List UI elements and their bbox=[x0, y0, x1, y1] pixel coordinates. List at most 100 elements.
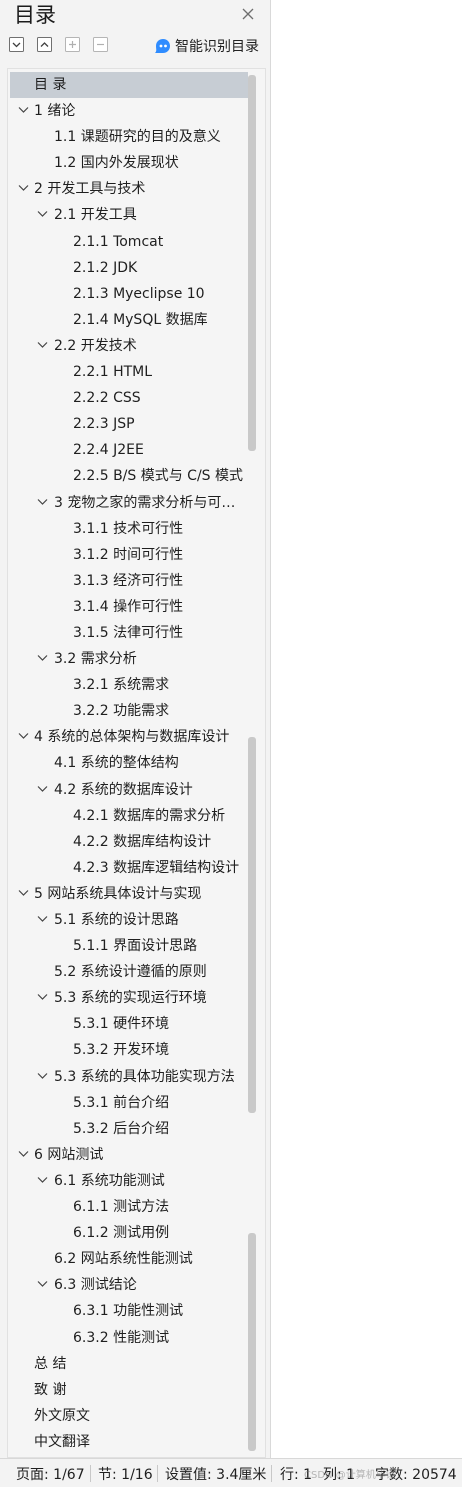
toc-tree: 目 录 1 绪论 1.1 课题研究的目的及意义 1.2 国内外发展现状 2 开发工具与技… bbox=[10, 72, 248, 1455]
chevron-down-icon[interactable] bbox=[37, 1176, 48, 1184]
chevron-down-icon[interactable] bbox=[37, 993, 48, 1001]
toc-item-label: 3 宠物之家的需求分析与可行性分析 bbox=[54, 494, 246, 511]
add-icon[interactable] bbox=[65, 37, 80, 52]
scrollbar-thumb-segment[interactable] bbox=[248, 1233, 256, 1451]
toc-item[interactable]: 1.2 国内外发展现状 bbox=[10, 150, 248, 176]
document-area[interactable] bbox=[271, 0, 462, 1458]
toc-item[interactable]: 4.2.1 数据库的需求分析 bbox=[10, 803, 248, 829]
toc-item[interactable]: 1.1 课题研究的目的及意义 bbox=[10, 124, 248, 150]
toc-item[interactable]: 3.2.1 系统需求 bbox=[10, 672, 248, 698]
toc-item[interactable]: 6.2 网站系统性能测试 bbox=[10, 1246, 248, 1272]
collapse-all-icon[interactable] bbox=[37, 37, 52, 52]
toc-item-label: 6.1.1 测试方法 bbox=[73, 1199, 170, 1216]
toc-node[interactable]: 6.3 测试结论 bbox=[10, 1272, 248, 1298]
toc-item[interactable]: 5.2 系统设计遵循的原则 bbox=[10, 959, 248, 985]
toc-item-label: 5.3.2 后台介绍 bbox=[73, 1120, 170, 1137]
toc-item[interactable]: 5.3.2 开发环境 bbox=[10, 1037, 248, 1063]
toc-item[interactable]: 2.1.1 Tomcat bbox=[10, 229, 248, 255]
toc-item[interactable]: 3.1.4 操作可行性 bbox=[10, 594, 248, 620]
status-section[interactable]: 节: 1/16 bbox=[98, 1464, 153, 1484]
status-divider bbox=[271, 1465, 272, 1482]
toc-item[interactable]: 3.1.1 技术可行性 bbox=[10, 516, 248, 542]
toc-item-label: 2.2 开发技术 bbox=[54, 337, 137, 354]
toc-item[interactable]: 2.2.4 J2EE bbox=[10, 437, 248, 463]
toc-item-label: 总 结 bbox=[34, 1355, 67, 1372]
chevron-down-icon[interactable] bbox=[18, 732, 29, 740]
toc-item[interactable]: 4.2.3 数据库逻辑结构设计 bbox=[10, 855, 248, 881]
toc-item-label: 外文原文 bbox=[34, 1407, 90, 1424]
scrollbar-thumb-segment[interactable] bbox=[248, 75, 256, 451]
chevron-down-icon[interactable] bbox=[37, 785, 48, 793]
scrollbar-thumb-segment[interactable] bbox=[248, 737, 256, 1113]
watermark-text: CSDN @计算机毕设 bbox=[304, 1470, 396, 1481]
toc-item[interactable]: 6.3.1 功能性测试 bbox=[10, 1298, 248, 1324]
toc-item-label: 5.3 系统的具体功能实现方法 bbox=[54, 1068, 235, 1085]
expand-all-icon[interactable] bbox=[9, 37, 24, 52]
toc-item-label: 2.2.1 HTML bbox=[73, 364, 153, 381]
toc-item-label: 5.3.1 硬件环境 bbox=[73, 1016, 170, 1033]
toc-item[interactable]: 4.2.2 数据库结构设计 bbox=[10, 829, 248, 855]
chevron-down-icon[interactable] bbox=[37, 210, 48, 218]
chevron-down-icon[interactable] bbox=[37, 654, 48, 662]
chevron-down-icon[interactable] bbox=[37, 498, 48, 506]
toc-item[interactable]: 2.1.3 Myeclipse 10 bbox=[10, 281, 248, 307]
toc-item[interactable]: 5.3.1 前台介绍 bbox=[10, 1090, 248, 1116]
toc-item[interactable]: 5.1.1 界面设计思路 bbox=[10, 933, 248, 959]
chevron-down-icon[interactable] bbox=[18, 106, 29, 114]
smart-recognize-button[interactable]: 智能识别目录 bbox=[152, 35, 259, 57]
toc-item[interactable]: 2.2.1 HTML bbox=[10, 359, 248, 385]
toc-item[interactable]: 外文原文 bbox=[10, 1403, 248, 1429]
panel-title: 目录 bbox=[14, 3, 56, 27]
toc-node[interactable]: 2.1 开发工具 bbox=[10, 202, 248, 228]
chevron-down-icon[interactable] bbox=[18, 184, 29, 192]
toc-item[interactable]: 中文翻译 bbox=[10, 1429, 248, 1455]
toc-item[interactable]: 3.2.2 功能需求 bbox=[10, 698, 248, 724]
toc-item[interactable]: 2.1.4 MySQL 数据库 bbox=[10, 307, 248, 333]
toc-item[interactable]: 2.2.2 CSS bbox=[10, 385, 248, 411]
toc-item[interactable]: 2.1.2 JDK bbox=[10, 255, 248, 281]
status-setting[interactable]: 设置值: 3.4厘米 bbox=[165, 1464, 266, 1484]
toc-item-label: 3.1.3 经济可行性 bbox=[73, 572, 184, 589]
toc-node[interactable]: 5 网站系统具体设计与实现 bbox=[10, 881, 248, 907]
toc-item-label: 2.2.5 B/S 模式与 C/S 模式 bbox=[73, 468, 244, 485]
toc-item[interactable]: 总 结 bbox=[10, 1351, 248, 1377]
toc-item[interactable]: 6.3.2 性能测试 bbox=[10, 1325, 248, 1351]
toc-node[interactable]: 5.1 系统的设计思路 bbox=[10, 907, 248, 933]
toc-node[interactable]: 1 绪论 bbox=[10, 98, 248, 124]
toc-item[interactable]: 3.1.3 经济可行性 bbox=[10, 568, 248, 594]
toc-node[interactable]: 3.2 需求分析 bbox=[10, 646, 248, 672]
chevron-down-icon[interactable] bbox=[37, 1072, 48, 1080]
toc-node[interactable]: 5.3 系统的实现运行环境 bbox=[10, 985, 248, 1011]
chevron-down-icon[interactable] bbox=[18, 1150, 29, 1158]
chevron-down-icon[interactable] bbox=[18, 889, 29, 897]
toc-node[interactable]: 6 网站测试 bbox=[10, 1142, 248, 1168]
toc-node[interactable]: 2.2 开发技术 bbox=[10, 333, 248, 359]
toc-item[interactable]: 5.3.2 后台介绍 bbox=[10, 1116, 248, 1142]
chevron-down-icon[interactable] bbox=[37, 915, 48, 923]
toc-item[interactable]: 致 谢 bbox=[10, 1377, 248, 1403]
toc-item[interactable]: 3.1.5 法律可行性 bbox=[10, 620, 248, 646]
toc-item[interactable]: 5.3.1 硬件环境 bbox=[10, 1011, 248, 1037]
toc-item[interactable]: 2.2.5 B/S 模式与 C/S 模式 bbox=[10, 463, 248, 489]
toc-item-label: 3.2 需求分析 bbox=[54, 651, 137, 668]
status-page[interactable]: 页面: 1/67 bbox=[16, 1464, 85, 1484]
toc-item[interactable]: 2.2.3 JSP bbox=[10, 411, 248, 437]
toc-node[interactable]: 6.1 系统功能测试 bbox=[10, 1168, 248, 1194]
toc-item-label: 4.2.3 数据库逻辑结构设计 bbox=[73, 859, 240, 876]
remove-icon[interactable] bbox=[93, 37, 108, 52]
toc-node[interactable]: 4 系统的总体架构与数据库设计 bbox=[10, 724, 248, 750]
toc-item[interactable]: 目 录 bbox=[10, 72, 248, 99]
toc-item-label: 6 网站测试 bbox=[34, 1146, 104, 1163]
toc-item[interactable]: 6.1.1 测试方法 bbox=[10, 1194, 248, 1220]
toc-node[interactable]: 5.3 系统的具体功能实现方法 bbox=[10, 1064, 248, 1090]
toc-node[interactable]: 3 宠物之家的需求分析与可行性分析 bbox=[10, 490, 248, 516]
scrollbar[interactable] bbox=[248, 75, 256, 1451]
toc-node[interactable]: 2 开发工具与技术 bbox=[10, 176, 248, 202]
chevron-down-icon[interactable] bbox=[37, 1280, 48, 1288]
toc-item[interactable]: 6.1.2 测试用例 bbox=[10, 1220, 248, 1246]
toc-node[interactable]: 4.2 系统的数据库设计 bbox=[10, 777, 248, 803]
toc-item[interactable]: 3.1.2 时间可行性 bbox=[10, 542, 248, 568]
toc-item[interactable]: 4.1 系统的整体结构 bbox=[10, 750, 248, 776]
close-icon[interactable] bbox=[238, 4, 258, 24]
chevron-down-icon[interactable] bbox=[37, 341, 48, 349]
